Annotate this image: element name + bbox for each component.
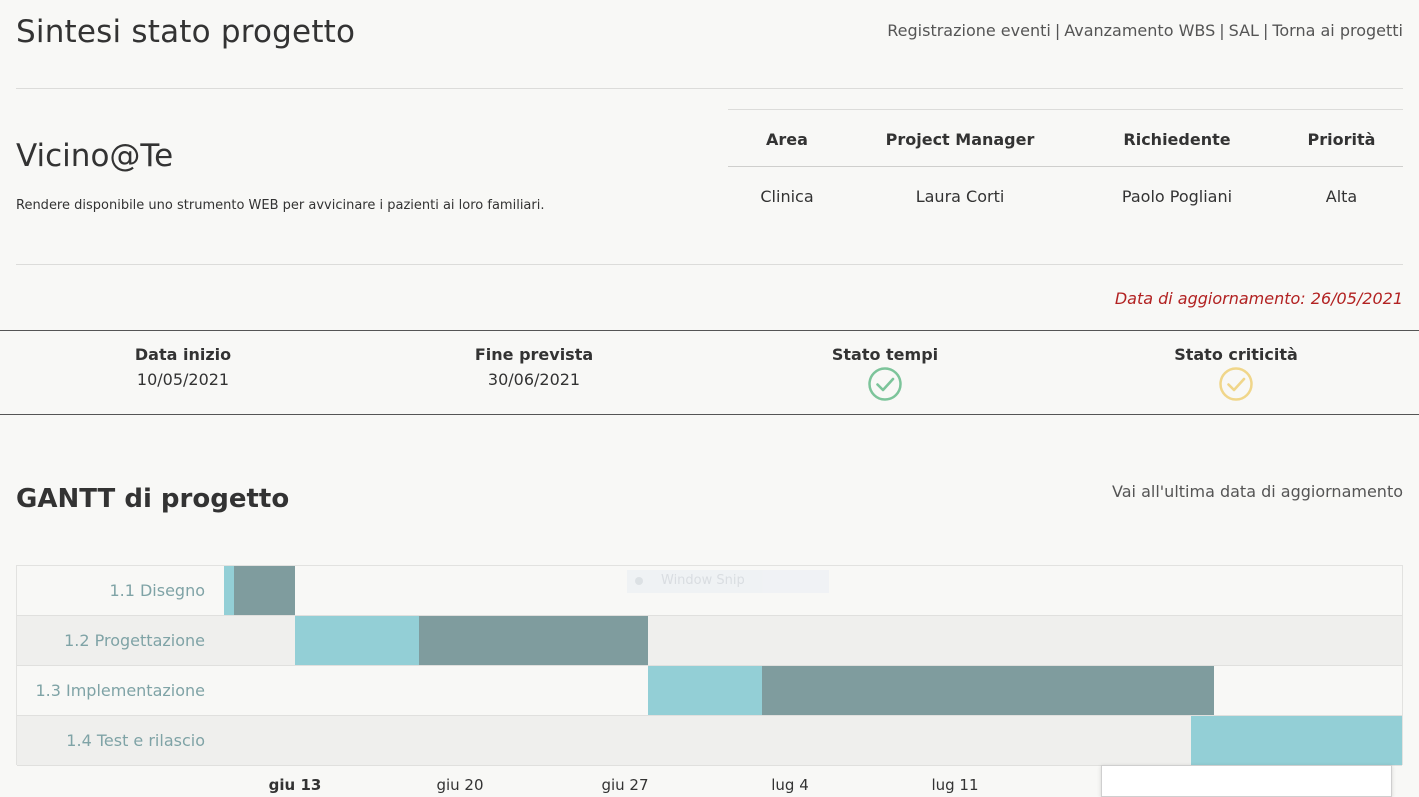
nav-separator: | xyxy=(1262,21,1269,40)
end-date-block: Fine prevista 30/06/2021 xyxy=(404,345,664,389)
task-bar-completed[interactable] xyxy=(224,566,234,615)
top-navigation: Registrazione eventi | Avanzamento WBS | SAL… xyxy=(887,21,1403,40)
task-bar-remaining[interactable] xyxy=(762,666,1214,715)
axis-tick-label: lug 11 xyxy=(931,776,979,794)
snip-icon xyxy=(635,577,643,585)
page-title: Sintesi stato progetto xyxy=(16,14,356,50)
gantt-title: GANTT di progetto xyxy=(16,484,290,514)
start-date-value: 10/05/2021 xyxy=(136,370,230,389)
check-circle-icon xyxy=(867,366,903,406)
header-project-manager: Project Manager xyxy=(885,130,1035,149)
end-date-label: Fine prevista xyxy=(474,345,594,364)
axis-tick-label: giu 27 xyxy=(601,776,649,794)
value-project-manager: Laura Corti xyxy=(915,187,1005,206)
time-status-label: Stato tempi xyxy=(831,345,939,364)
nav-avanzamento-wbs[interactable]: Avanzamento WBS xyxy=(1064,21,1215,40)
nav-registrazione-eventi[interactable]: Registrazione eventi xyxy=(887,21,1051,40)
task-bar-completed[interactable] xyxy=(1191,716,1402,765)
header-area: Area xyxy=(766,130,808,149)
status-band: Data inizio 10/05/2021 Fine prevista 30/… xyxy=(0,330,1419,415)
project-description: Rendere disponibile uno strumento WEB pe… xyxy=(16,198,545,213)
nav-separator: | xyxy=(1219,21,1225,40)
risk-status-block: Stato criticità xyxy=(1106,345,1366,406)
snip-label: Window Snip xyxy=(661,573,745,588)
task-bar-remaining[interactable] xyxy=(419,616,648,665)
check-circle-icon xyxy=(1218,366,1254,406)
task-bar-remaining[interactable] xyxy=(234,566,295,615)
axis-tick-label: giu 13 xyxy=(268,776,322,794)
gantt-row: 1.3 Implementazione xyxy=(17,666,1402,716)
update-date: Data di aggiornamento: 26/05/2021 xyxy=(1114,289,1403,308)
start-date-block: Data inizio 10/05/2021 xyxy=(53,345,313,389)
task-bar-completed[interactable] xyxy=(295,616,419,665)
task-bar-completed[interactable] xyxy=(648,666,762,715)
end-date-value: 30/06/2021 xyxy=(487,370,581,389)
gantt-row: 1.4 Test e rilascio xyxy=(17,716,1402,766)
risk-status-label: Stato criticità xyxy=(1174,345,1298,364)
nav-sal[interactable]: SAL xyxy=(1229,21,1259,40)
divider xyxy=(16,264,1403,265)
latest-update-link[interactable]: Vai all'ultima data di aggiornamento xyxy=(1112,482,1403,501)
nav-torna-ai-progetti[interactable]: Torna ai progetti xyxy=(1272,21,1403,40)
table-header-row: Area Project Manager Richiedente Priorit… xyxy=(728,110,1403,166)
nav-separator: | xyxy=(1054,21,1061,40)
task-label: 1.1 Disegno xyxy=(109,581,205,600)
task-label: 1.4 Test e rilascio xyxy=(66,731,205,750)
value-area: Clinica xyxy=(760,187,814,206)
project-name: Vicino@Te xyxy=(16,138,174,174)
divider xyxy=(16,88,1403,89)
tooltip-popup xyxy=(1101,765,1392,797)
window-snip-overlay: Window Snip xyxy=(627,570,829,593)
task-label: 1.3 Implementazione xyxy=(35,681,205,700)
value-richiedente: Paolo Pogliani xyxy=(1121,187,1233,206)
table-row: Clinica Laura Corti Paolo Pogliani Alta xyxy=(728,167,1403,225)
header-richiedente: Richiedente xyxy=(1123,130,1231,149)
time-status-block: Stato tempi xyxy=(755,345,1015,406)
task-label: 1.2 Progettazione xyxy=(64,631,205,650)
start-date-label: Data inizio xyxy=(134,345,232,364)
gantt-chart: 1.1 Disegno 1.2 Progettazione 1.3 Implem… xyxy=(16,565,1403,766)
gantt-row: 1.2 Progettazione xyxy=(17,616,1402,666)
project-info-table: Area Project Manager Richiedente Priorit… xyxy=(728,109,1403,225)
header-priorita: Priorità xyxy=(1307,130,1376,149)
axis-tick-label: lug 4 xyxy=(771,776,809,794)
value-priorita: Alta xyxy=(1325,187,1358,206)
axis-tick-label: giu 20 xyxy=(436,776,484,794)
